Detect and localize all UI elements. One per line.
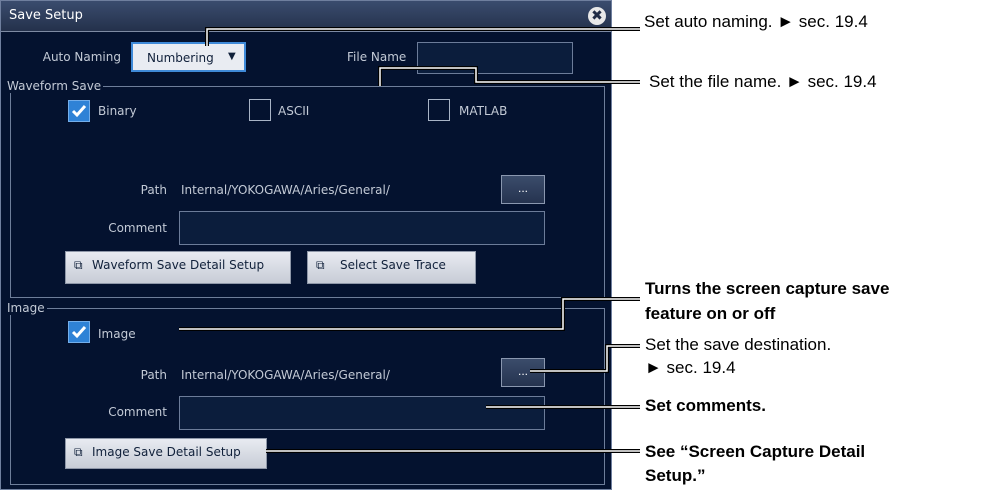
image-save-detail-setup-button[interactable]: ⧉ Image Save Detail Setup (65, 438, 267, 469)
select-trace-icon: ⧉ (316, 258, 325, 272)
waveform-comment-input[interactable] (179, 211, 545, 245)
select-save-trace-label: Select Save Trace (340, 258, 446, 272)
auto-naming-label: Auto Naming (42, 50, 121, 64)
waveform-save-group-label: Waveform Save (7, 79, 104, 93)
close-icon[interactable]: ✖ (588, 7, 606, 25)
waveform-comment-label: Comment (108, 221, 167, 235)
binary-label: Binary (98, 104, 137, 118)
detail-setup-icon: ⧉ (74, 258, 83, 272)
image-save-detail-setup-label: Image Save Detail Setup (92, 445, 241, 459)
annotation-capture-line2: feature on or off (645, 304, 776, 323)
waveform-path-value: Internal/YOKOGAWA/Aries/General/ (181, 183, 390, 197)
annotation-auto-naming: Set auto naming. ► sec. 19.4 (644, 12, 868, 31)
file-name-input[interactable] (417, 42, 573, 74)
save-setup-dialog: Save Setup ✖ Auto Naming Numbering ▼ Fil… (0, 0, 612, 490)
annotation-detail-line1: See “Screen Capture Detail (645, 442, 866, 461)
select-save-trace-button[interactable]: ⧉ Select Save Trace (307, 251, 476, 284)
image-browse-button[interactable]: ... (501, 358, 545, 387)
image-path-value: Internal/YOKOGAWA/Aries/General/ (181, 368, 390, 382)
annotation-destination-line1: Set the save destination. (645, 335, 832, 354)
chevron-down-icon: ▼ (228, 51, 236, 62)
image-group-label: Image (7, 301, 47, 315)
annotation-detail-line2: Setup.” (645, 466, 706, 485)
image-comment-label: Comment (108, 405, 167, 419)
matlab-label: MATLAB (459, 104, 508, 118)
matlab-checkbox[interactable] (428, 99, 450, 121)
annotation-capture-line1: Turns the screen capture save (645, 279, 890, 298)
annotation-comments: Set comments. (645, 396, 766, 415)
detail-setup-icon: ⧉ (74, 445, 83, 459)
waveform-save-detail-setup-button[interactable]: ⧉ Waveform Save Detail Setup (65, 251, 291, 284)
annotation-file-name: Set the file name. ► sec. 19.4 (649, 72, 877, 91)
dialog-title: Save Setup (9, 8, 83, 23)
image-checkbox[interactable] (68, 321, 90, 343)
binary-checkbox[interactable] (68, 100, 90, 122)
waveform-browse-button[interactable]: ... (501, 175, 545, 204)
dialog-titlebar: Save Setup ✖ (1, 1, 611, 32)
image-path-label: Path (140, 368, 167, 382)
image-comment-input[interactable] (179, 396, 545, 430)
ascii-label: ASCII (278, 104, 310, 118)
image-checkbox-label: Image (98, 327, 136, 341)
waveform-save-detail-setup-label: Waveform Save Detail Setup (92, 258, 265, 272)
annotation-destination-line2: ► sec. 19.4 (645, 358, 736, 377)
auto-naming-value: Numbering (147, 51, 214, 65)
file-name-label: File Name (347, 50, 407, 64)
auto-naming-select[interactable]: Numbering ▼ (131, 42, 246, 72)
waveform-path-label: Path (140, 183, 167, 197)
ascii-checkbox[interactable] (249, 99, 271, 121)
